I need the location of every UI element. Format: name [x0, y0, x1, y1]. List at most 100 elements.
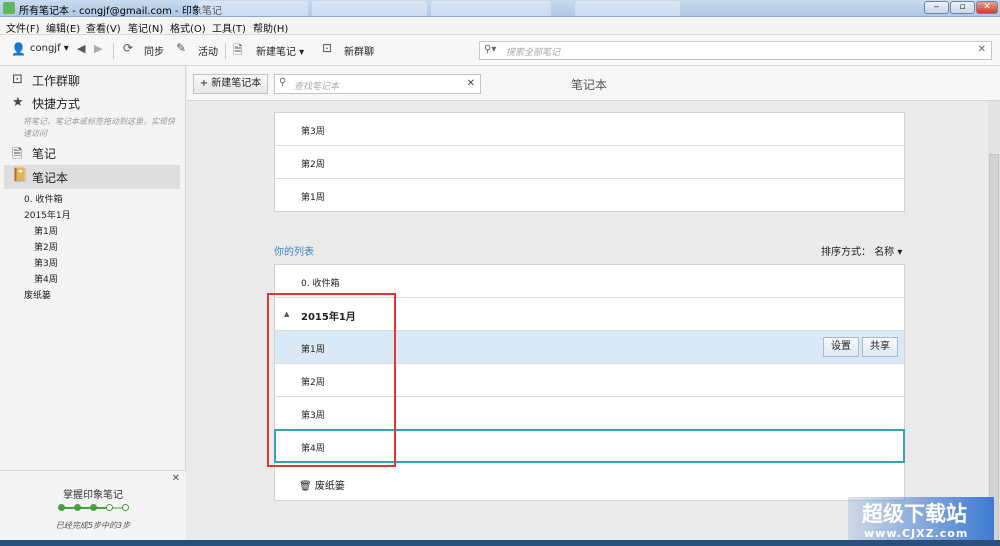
evernote-app-icon	[3, 2, 15, 14]
scrollbar-thumb[interactable]	[989, 154, 999, 544]
sidebar-notebook-week3[interactable]: 第3周	[34, 256, 58, 269]
search-placeholder: 搜索全部笔记	[506, 48, 561, 58]
onboarding-progress	[58, 504, 130, 512]
notebook-icon: 📔	[12, 168, 29, 183]
sidebar-item-shortcuts[interactable]: ★ 快捷方式	[0, 95, 186, 115]
background-tab[interactable]	[198, 1, 308, 16]
title-bar: 所有笔记本 - congjf@gmail.com - 印象笔记 ‒ ▫ ✕	[0, 0, 1000, 17]
activity-button[interactable]: 活动	[198, 43, 218, 58]
recent-notebook-row[interactable]: 第1周	[275, 179, 904, 212]
taskbar	[0, 540, 1000, 546]
forward-arrow-icon[interactable]: ▶	[94, 42, 102, 55]
trash-label: 废纸篓	[314, 481, 345, 492]
your-lists-heading: 你的列表	[274, 247, 314, 258]
close-icon[interactable]: ✕	[172, 473, 180, 484]
onboarding-title: 掌握印象笔记	[63, 490, 123, 501]
sort-control[interactable]: 排序方式： 名称 ▾	[821, 243, 902, 258]
step-done	[58, 504, 65, 511]
activity-icon: ✎	[176, 41, 187, 55]
sidebar-item-label: 笔记	[32, 147, 57, 161]
new-note-icon: 🗎	[233, 43, 243, 57]
recent-notebook-row[interactable]: 第2周	[275, 146, 904, 179]
minimize-button[interactable]: ‒	[924, 1, 949, 14]
step-todo	[106, 504, 113, 511]
notebook-search-placeholder: 查找笔记本	[294, 82, 340, 92]
menu-bar: 文件(F) 编辑(E) 查看(V) 笔记(N) 格式(O) 工具(T) 帮助(H…	[0, 17, 1000, 35]
sync-icon: ⟳	[123, 41, 134, 55]
notebook-name: 0. 收件箱	[301, 279, 340, 289]
step-done	[74, 504, 81, 511]
recent-notebooks-card: 第3周 第2周 第1周	[274, 112, 905, 212]
new-note-button[interactable]: 新建笔记 ▾	[256, 43, 304, 58]
onboarding-panel[interactable]: ✕ 掌握印象笔记 已经完成5步中的3步	[0, 470, 186, 544]
panel-title: 笔记本	[571, 78, 608, 92]
user-icon: 👤	[11, 42, 26, 56]
back-arrow-icon[interactable]: ◀	[77, 42, 85, 55]
menu-view[interactable]: 查看(V)	[86, 20, 121, 35]
step-done	[90, 504, 97, 511]
account-menu[interactable]: congjf ▾	[30, 43, 69, 54]
new-notebook-button[interactable]: + 新建笔记本	[193, 74, 268, 94]
panel-header: + 新建笔记本 ⚲ 查找笔记本 ✕ 笔记本	[187, 66, 1000, 101]
search-icon: ⚲▾	[484, 44, 497, 55]
progress-line-done	[62, 507, 106, 509]
close-button[interactable]: ✕	[976, 1, 998, 14]
sidebar-notebook-week4[interactable]: 第4周	[34, 272, 58, 285]
menu-note[interactable]: 笔记(N)	[128, 20, 163, 35]
plus-icon: +	[199, 78, 209, 89]
sidebar-item-label: 工作群聊	[32, 74, 81, 88]
window-title: 所有笔记本 - congjf@gmail.com - 印象笔记	[19, 6, 222, 17]
sync-button[interactable]: 同步	[144, 43, 164, 58]
sidebar-notebook-week1[interactable]: 第1周	[34, 224, 58, 237]
search-icon: ⚲	[279, 77, 287, 88]
chat-icon: ⊡	[12, 72, 23, 87]
maximize-button[interactable]: ▫	[950, 1, 975, 14]
new-note-label: 新建笔记	[256, 47, 296, 58]
sidebar-notebook-week2[interactable]: 第2周	[34, 240, 58, 253]
sort-value: 名称	[874, 247, 895, 258]
notebook-search-input[interactable]: ⚲ 查找笔记本 ✕	[274, 74, 481, 94]
sidebar-notebook-stack[interactable]: 2015年1月	[24, 208, 71, 221]
new-chat-button[interactable]: 新群聊	[344, 43, 374, 58]
sidebar-item-label: 笔记本	[32, 171, 69, 185]
site-watermark: 超级下载站 www.CJXZ.com	[848, 497, 994, 542]
notebooks-panel: + 新建笔记本 ⚲ 查找笔记本 ✕ 笔记本 第3周 第2周 第1周 你的列表 排…	[187, 66, 1000, 544]
notebook-name: 第2周	[301, 160, 325, 170]
annotation-highlight-box	[267, 293, 396, 467]
background-tab[interactable]	[575, 1, 680, 16]
notebook-name: 第3周	[301, 127, 325, 137]
chevron-down-icon: ▾	[897, 247, 903, 258]
sidebar: ⊡ 工作群聊 ★ 快捷方式 将笔记、笔记本或标签拖动到这里，实现快速访问 🗎 笔…	[0, 66, 186, 544]
sidebar-item-work-chat[interactable]: ⊡ 工作群聊	[0, 72, 186, 92]
notebook-name: 第1周	[301, 193, 325, 203]
onboarding-status: 已经完成5步中的3步	[55, 521, 131, 530]
sort-label: 排序方式：	[821, 247, 871, 258]
note-icon: 🗎	[12, 147, 23, 162]
background-tab[interactable]	[431, 1, 551, 16]
toolbar-divider	[113, 43, 114, 59]
share-button[interactable]: 共享	[862, 337, 898, 357]
sidebar-item-notes[interactable]: 🗎 笔记	[0, 145, 186, 165]
settings-button[interactable]: 设置	[823, 337, 859, 357]
menu-format[interactable]: 格式(O)	[170, 20, 206, 35]
shortcuts-hint: 将笔记、笔记本或标签拖动到这里，实现快速访问	[23, 117, 175, 138]
new-notebook-label: 新建笔记本	[211, 78, 262, 89]
sidebar-trash[interactable]: 废纸篓	[24, 288, 51, 301]
star-icon: ★	[12, 95, 24, 110]
sidebar-item-label: 快捷方式	[32, 97, 81, 111]
menu-tools[interactable]: 工具(T)	[212, 20, 246, 35]
recent-notebook-row[interactable]: 第3周	[275, 113, 904, 146]
trash-item[interactable]: 🗑 废纸篓	[299, 477, 345, 492]
clear-search-icon[interactable]: ✕	[467, 78, 475, 89]
menu-help[interactable]: 帮助(H)	[253, 20, 288, 35]
search-all-notes-input[interactable]: ⚲▾ 搜索全部笔记 ✕	[479, 41, 992, 60]
sidebar-item-notebooks[interactable]: 📔 笔记本	[4, 165, 180, 189]
clear-search-icon[interactable]: ✕	[978, 44, 986, 55]
step-todo	[122, 504, 129, 511]
sidebar-notebook-inbox[interactable]: 0. 收件箱	[24, 192, 62, 205]
background-tab[interactable]	[312, 1, 427, 16]
menu-file[interactable]: 文件(F)	[6, 20, 40, 35]
new-chat-icon: ⊡	[322, 41, 333, 55]
menu-edit[interactable]: 编辑(E)	[46, 20, 80, 35]
watermark-title: 超级下载站	[862, 502, 967, 526]
